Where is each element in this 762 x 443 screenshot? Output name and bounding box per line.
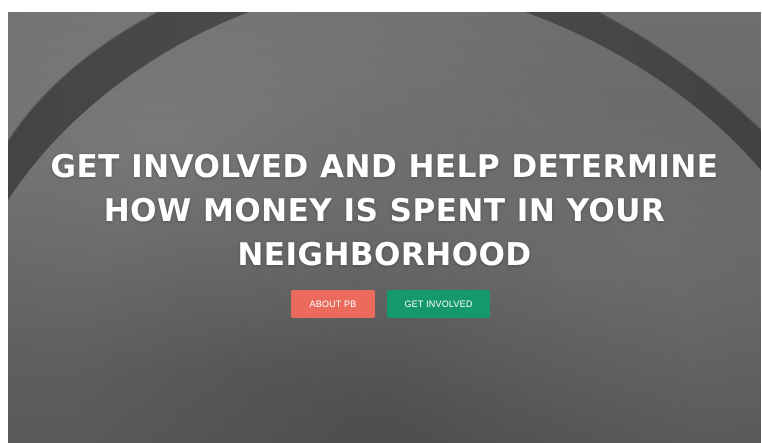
about-pb-button[interactable]: ABOUT PB: [291, 290, 375, 318]
hero-banner: GET INVOLVED AND HELP DETERMINE HOW MONE…: [8, 12, 761, 443]
headline-line-1: GET INVOLVED AND HELP DETERMINE: [50, 149, 719, 185]
headline-line-2: HOW MONEY IS SPENT IN YOUR: [103, 193, 666, 229]
hero-headline: GET INVOLVED AND HELP DETERMINE HOW MONE…: [8, 145, 761, 277]
headline-line-3: NEIGHBORHOOD: [237, 237, 532, 273]
get-involved-button[interactable]: GET INVOLVED: [387, 290, 490, 318]
